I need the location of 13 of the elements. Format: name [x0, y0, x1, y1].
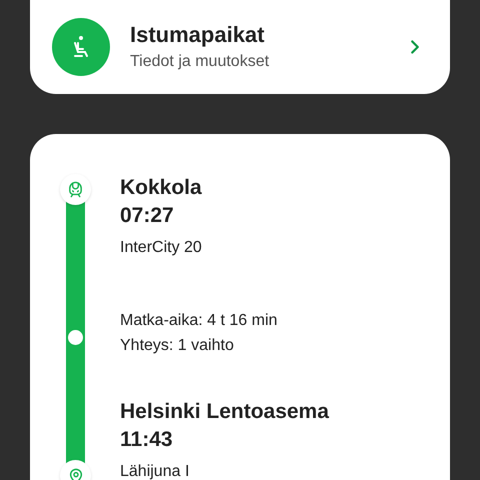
location-pin-icon [68, 468, 84, 480]
train-name: Lähijuna I [120, 462, 190, 480]
train-name: InterCity 20 [120, 238, 203, 258]
trip-info: Matka-aika: 4 t 16 min [120, 311, 278, 330]
station-time: 07:27 [120, 203, 175, 229]
trip-info: Yhteys: 1 vaihto [120, 336, 235, 355]
card-title: Istumapaikat [130, 22, 266, 48]
station-time: 11:43 [120, 427, 174, 453]
seats-card[interactable]: Istumapaikat Tiedot ja muutokset [30, 0, 450, 94]
card-subtitle: Tiedot ja muutokset [130, 52, 270, 72]
station-name: Helsinki Lentoasema [120, 399, 329, 425]
train-icon [67, 181, 84, 198]
station-name: Kokkola [120, 175, 203, 201]
